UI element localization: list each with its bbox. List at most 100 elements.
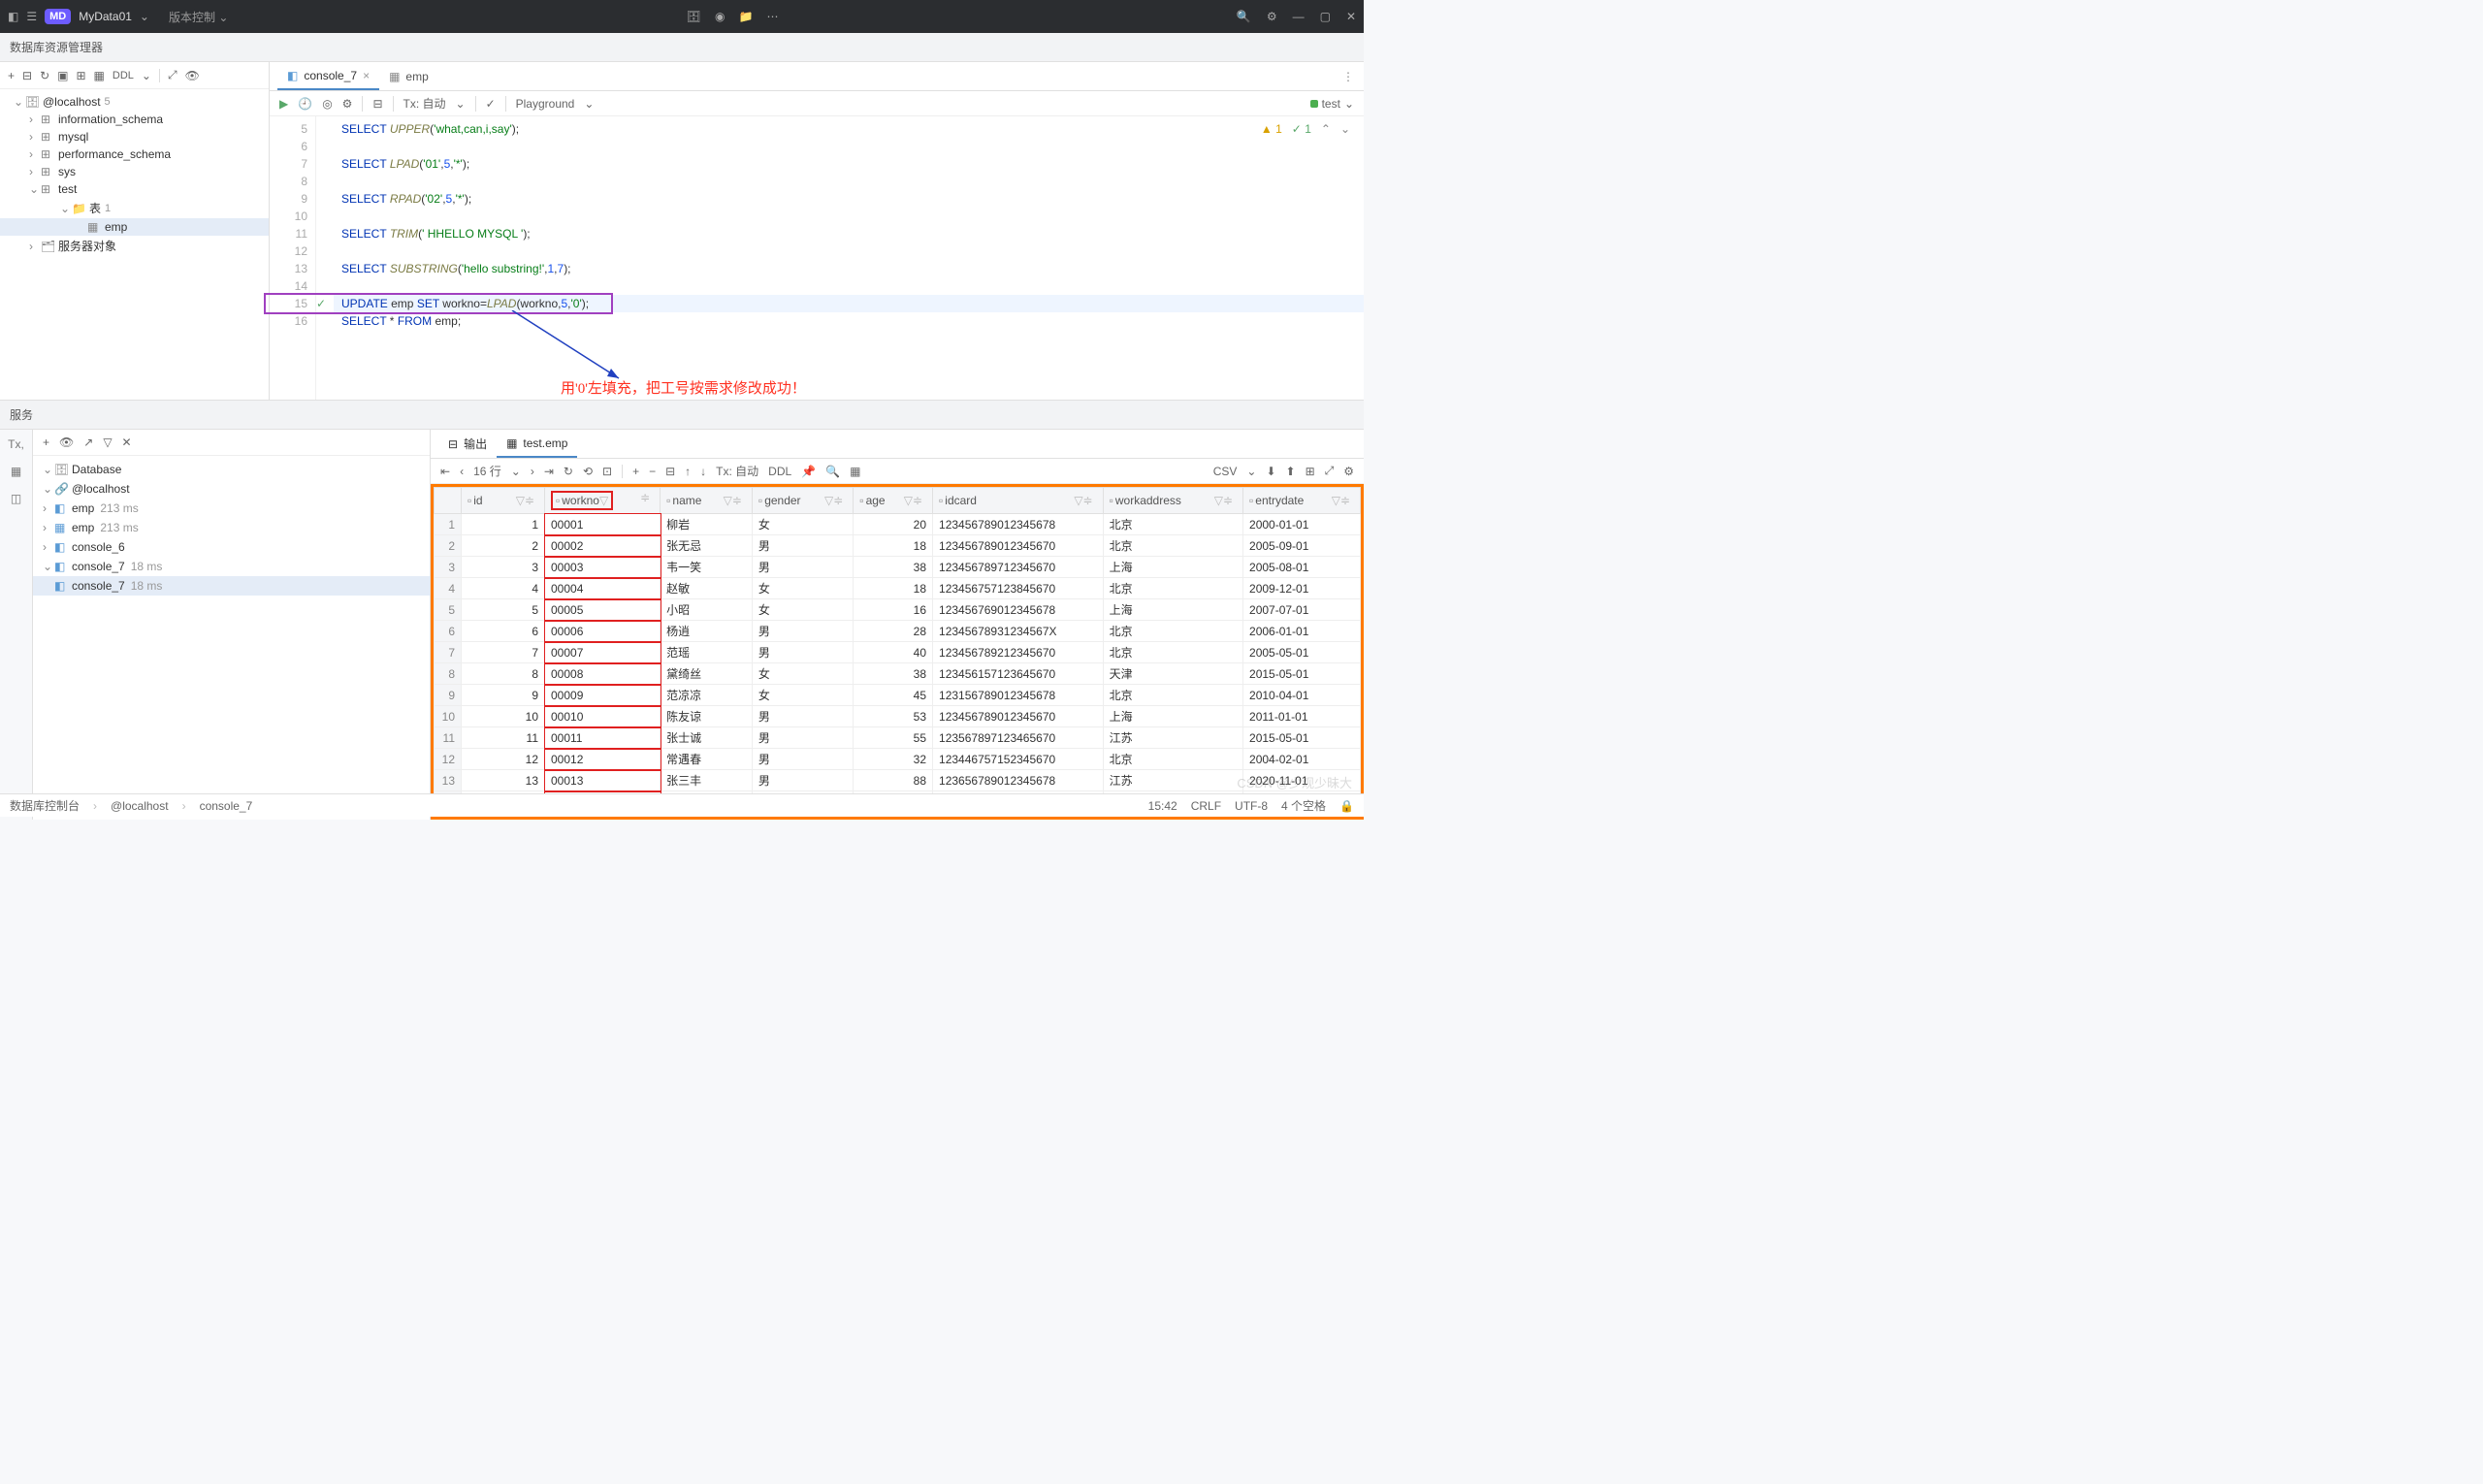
maximize-icon[interactable]: ▢ [1320, 10, 1331, 23]
add-icon[interactable]: + [43, 436, 49, 449]
grid-icon[interactable]: ▦ [11, 465, 21, 478]
crumb-file[interactable]: console_7 [200, 799, 253, 813]
database-node[interactable]: ⌄🗄Database [33, 460, 430, 479]
svc-item-console_7[interactable]: ◧console_718 ms [33, 576, 430, 596]
table-row[interactable]: 8 8 00008 黛绮丝 女 38 123456157123645670 天津… [435, 663, 1361, 685]
settings-icon[interactable]: ⚙ [1267, 10, 1277, 23]
schema-test[interactable]: ⌄⊞test [0, 180, 269, 198]
host-node[interactable]: ⌄🔗@localhost [33, 479, 430, 499]
col-age[interactable]: ▫age≑▽ [854, 488, 933, 514]
tx-mode[interactable]: Tx: 自动 [403, 95, 446, 112]
search-icon[interactable]: 🔍 [825, 465, 840, 478]
database-icon[interactable]: 🗄 [687, 10, 701, 23]
tables-folder[interactable]: ⌄📁表1 [0, 198, 269, 218]
run-icon[interactable]: ▶ [279, 97, 288, 111]
schema-mysql[interactable]: ›⊞mysql [0, 128, 269, 145]
ddl-button[interactable]: DDL [113, 70, 134, 81]
last-page-icon[interactable]: ⇥ [544, 465, 554, 478]
table-row[interactable]: 5 5 00005 小昭 女 16 123456769012345678 上海 … [435, 599, 1361, 621]
table-row[interactable]: 13 13 00013 张三丰 男 88 123656789012345678 … [435, 770, 1361, 791]
pin-icon[interactable]: ◫ [11, 492, 21, 505]
inspection-badges[interactable]: ▲ 1 ✓ 1 ⌃⌄ [1261, 120, 1350, 138]
result-grid[interactable]: ▫id≑▽▫workno▽≑▫name≑▽▫gender≑▽▫age≑▽▫idc… [434, 487, 1361, 820]
remove-row-icon[interactable]: − [649, 465, 656, 478]
ddl-button[interactable]: DDL [768, 465, 791, 478]
refresh-icon[interactable]: ↻ [40, 69, 49, 82]
table-row[interactable]: 7 7 00007 范瑶 男 40 123456789212345670 北京 … [435, 642, 1361, 663]
col-id[interactable]: ▫id≑▽ [462, 488, 545, 514]
col-workaddress[interactable]: ▫workaddress≑▽ [1103, 488, 1242, 514]
tab-output[interactable]: ⊟输出 [438, 430, 497, 458]
maximize-icon[interactable]: ⤢ [1325, 464, 1335, 478]
pin-icon[interactable]: 📌 [801, 465, 816, 478]
app-icon[interactable]: ◧ [8, 10, 18, 23]
code-editor[interactable]: 5678910111213141516 ✓ SELECT UPPER('what… [270, 116, 1364, 400]
up-icon[interactable]: ↑ [685, 465, 691, 478]
schema-sys[interactable]: ›⊞sys [0, 163, 269, 180]
explain-icon[interactable]: ◎ [322, 97, 332, 111]
project-name[interactable]: MyData01 [79, 10, 132, 23]
table-row[interactable]: 12 12 00012 常遇春 男 32 123446757152345670 … [435, 749, 1361, 770]
stop-icon[interactable]: ▣ [57, 69, 68, 82]
duplicate-icon[interactable]: ⊟ [665, 465, 675, 478]
status-lineend[interactable]: CRLF [1191, 799, 1221, 813]
table-row[interactable]: 1 1 00001 柳岩 女 20 123456789012345678 北京 … [435, 514, 1361, 535]
download-icon[interactable]: ⬇ [1266, 465, 1275, 478]
chevron-down-icon[interactable]: ⌄ [140, 10, 149, 23]
status-indent[interactable]: 4 个空格 [1281, 797, 1326, 814]
close-icon[interactable]: ✕ [1346, 10, 1356, 23]
datasource-node[interactable]: ⌄🗄@localhost5 [0, 93, 269, 111]
col-entrydate[interactable]: ▫entrydate≑▽ [1243, 488, 1361, 514]
commit-icon[interactable]: ⊡ [602, 465, 612, 478]
col-idcard[interactable]: ▫idcard≑▽ [933, 488, 1104, 514]
view-mode-icon[interactable]: ▦ [850, 465, 860, 478]
add-icon[interactable]: + [8, 69, 15, 82]
main-menu-icon[interactable]: ☰ [26, 10, 37, 23]
tx-mode[interactable]: Tx: 自动 [716, 463, 758, 479]
export-format[interactable]: CSV [1213, 465, 1238, 478]
tx-icon[interactable]: Tx, [8, 437, 24, 451]
table-row[interactable]: 9 9 00009 范凉凉 女 45 123156789012345678 北京… [435, 685, 1361, 706]
table-row[interactable]: 4 4 00004 赵敏 女 18 123456757123845670 北京 … [435, 578, 1361, 599]
crumb-host[interactable]: @localhost [111, 799, 169, 813]
tab-actions-icon[interactable]: ⋮ [1342, 70, 1364, 83]
schema-information_schema[interactable]: ›⊞information_schema [0, 111, 269, 128]
col-workno[interactable]: ▫workno▽≑ [545, 488, 661, 514]
svc-item-console_7[interactable]: ⌄◧console_718 ms [33, 557, 430, 576]
first-page-icon[interactable]: ⇤ [440, 465, 450, 478]
add-row-icon[interactable]: + [632, 465, 639, 478]
tab-test-emp[interactable]: ▦test.emp [497, 431, 577, 458]
view-icon[interactable]: 👁 [59, 436, 74, 449]
close-icon[interactable]: × [363, 69, 370, 82]
table-icon[interactable]: ⊞ [76, 69, 85, 82]
next-page-icon[interactable]: › [531, 465, 534, 478]
target-schema[interactable]: test ⌄ [1310, 97, 1354, 111]
svc-item-emp[interactable]: ›◧emp213 ms [33, 499, 430, 518]
settings-icon[interactable]: ⚙ [1343, 465, 1354, 478]
svc-item-emp[interactable]: ›▦emp213 ms [33, 518, 430, 537]
reload-icon[interactable]: ↻ [564, 465, 573, 478]
down-icon[interactable]: ↓ [700, 465, 706, 478]
playground-mode[interactable]: Playground [516, 97, 575, 111]
filter-icon[interactable]: ▽ [103, 436, 112, 449]
col-name[interactable]: ▫name≑▽ [661, 488, 753, 514]
schema-performance_schema[interactable]: ›⊞performance_schema [0, 145, 269, 163]
table-row[interactable]: 3 3 00003 韦一笑 男 38 123456789712345670 上海… [435, 557, 1361, 578]
table-emp[interactable]: ▦emp [0, 218, 269, 236]
upload-icon[interactable]: ⬆ [1286, 465, 1296, 478]
tab-console-7[interactable]: ◧console_7× [277, 63, 379, 90]
settings-icon[interactable]: ⚙ [342, 97, 353, 111]
server-objects[interactable]: ›🗂服务器对象 [0, 236, 269, 256]
revert-icon[interactable]: ⟲ [583, 465, 593, 478]
console-icon[interactable]: ▦ [94, 69, 105, 82]
status-encoding[interactable]: UTF-8 [1235, 799, 1268, 813]
view-icon[interactable]: 👁 [185, 69, 200, 82]
expand-icon[interactable]: ⤢ [168, 68, 177, 82]
col-gender[interactable]: ▫gender≑▽ [752, 488, 853, 514]
tab-emp[interactable]: ▦emp [379, 64, 438, 89]
history-icon[interactable]: 🕘 [298, 97, 312, 111]
crumb-console[interactable]: 数据库控制台 [10, 797, 80, 814]
more-icon[interactable]: ⋯ [766, 10, 778, 23]
copy-icon[interactable]: ⊞ [1306, 465, 1315, 478]
table-row[interactable]: 10 10 00010 陈友谅 男 53 123456789012345670 … [435, 706, 1361, 727]
